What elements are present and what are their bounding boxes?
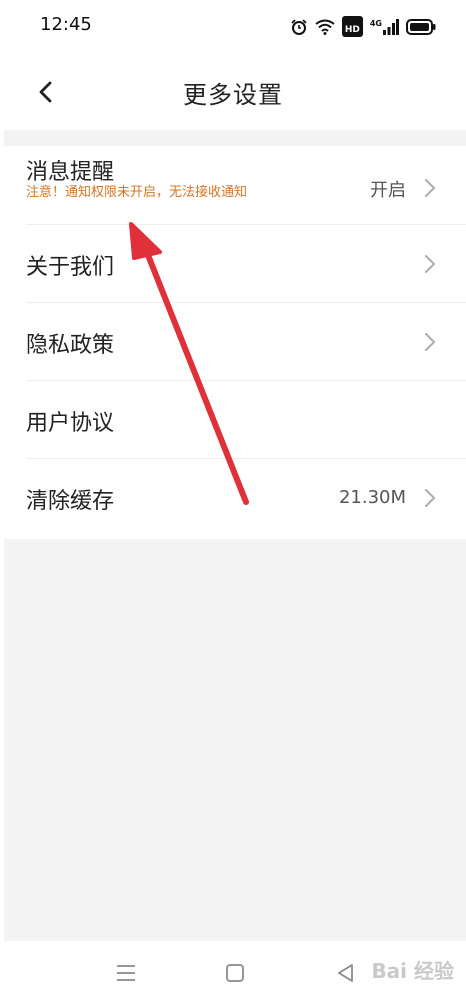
- alarm-icon: [291, 18, 307, 35]
- empty-content-area: [4, 539, 466, 941]
- system-nav-bar: Bai 经验: [0, 941, 466, 1001]
- hd-icon: HD: [341, 16, 363, 37]
- chevron-right-icon: [424, 178, 436, 198]
- status-time: 12:45: [40, 14, 92, 35]
- chevron-right-icon: [424, 254, 436, 274]
- page-title: 更多设置: [183, 81, 283, 109]
- setting-row-message-reminder[interactable]: 消息提醒 注意！通知权限未开启，无法接收通知 开启: [0, 146, 466, 225]
- chevron-right-icon: [424, 332, 436, 352]
- notification-permission-warning: 注意！通知权限未开启，无法接收通知: [26, 185, 248, 200]
- cache-size-value: 21.30M: [338, 487, 406, 508]
- setting-label-privacy-policy: 隐私政策: [26, 333, 115, 358]
- header: 更多设置: [0, 52, 466, 130]
- setting-label-user-agreement: 用户协议: [26, 411, 115, 436]
- network-type-label: 4G: [369, 18, 382, 28]
- setting-label-about-us: 关于我们: [26, 255, 115, 280]
- battery-icon: [406, 18, 436, 35]
- signal-icon: 4G: [369, 18, 399, 35]
- menu-icon[interactable]: [114, 961, 138, 985]
- chevron-right-icon: [424, 488, 436, 508]
- setting-row-clear-cache[interactable]: 清除缓存 21.30M: [0, 459, 466, 537]
- setting-row-user-agreement[interactable]: 用户协议: [0, 381, 466, 459]
- back-triangle-icon[interactable]: [334, 961, 358, 985]
- home-icon[interactable]: [223, 961, 247, 985]
- setting-value-message-reminder: 开启: [370, 180, 406, 201]
- section-separator: [4, 130, 466, 146]
- setting-row-about-us[interactable]: 关于我们: [0, 225, 466, 303]
- status-icons: HD 4G: [290, 16, 436, 37]
- wifi-icon: [315, 19, 335, 35]
- setting-label-message-reminder: 消息提醒: [26, 160, 115, 185]
- setting-row-privacy-policy[interactable]: 隐私政策: [0, 303, 466, 381]
- settings-list: 消息提醒 注意！通知权限未开启，无法接收通知 开启 关于我们 隐私政策 用户协议…: [0, 146, 466, 537]
- setting-label-clear-cache: 清除缓存: [26, 489, 115, 514]
- status-bar: 12:45 HD 4G: [0, 0, 466, 52]
- watermark-logo: Bai 经验: [371, 959, 454, 983]
